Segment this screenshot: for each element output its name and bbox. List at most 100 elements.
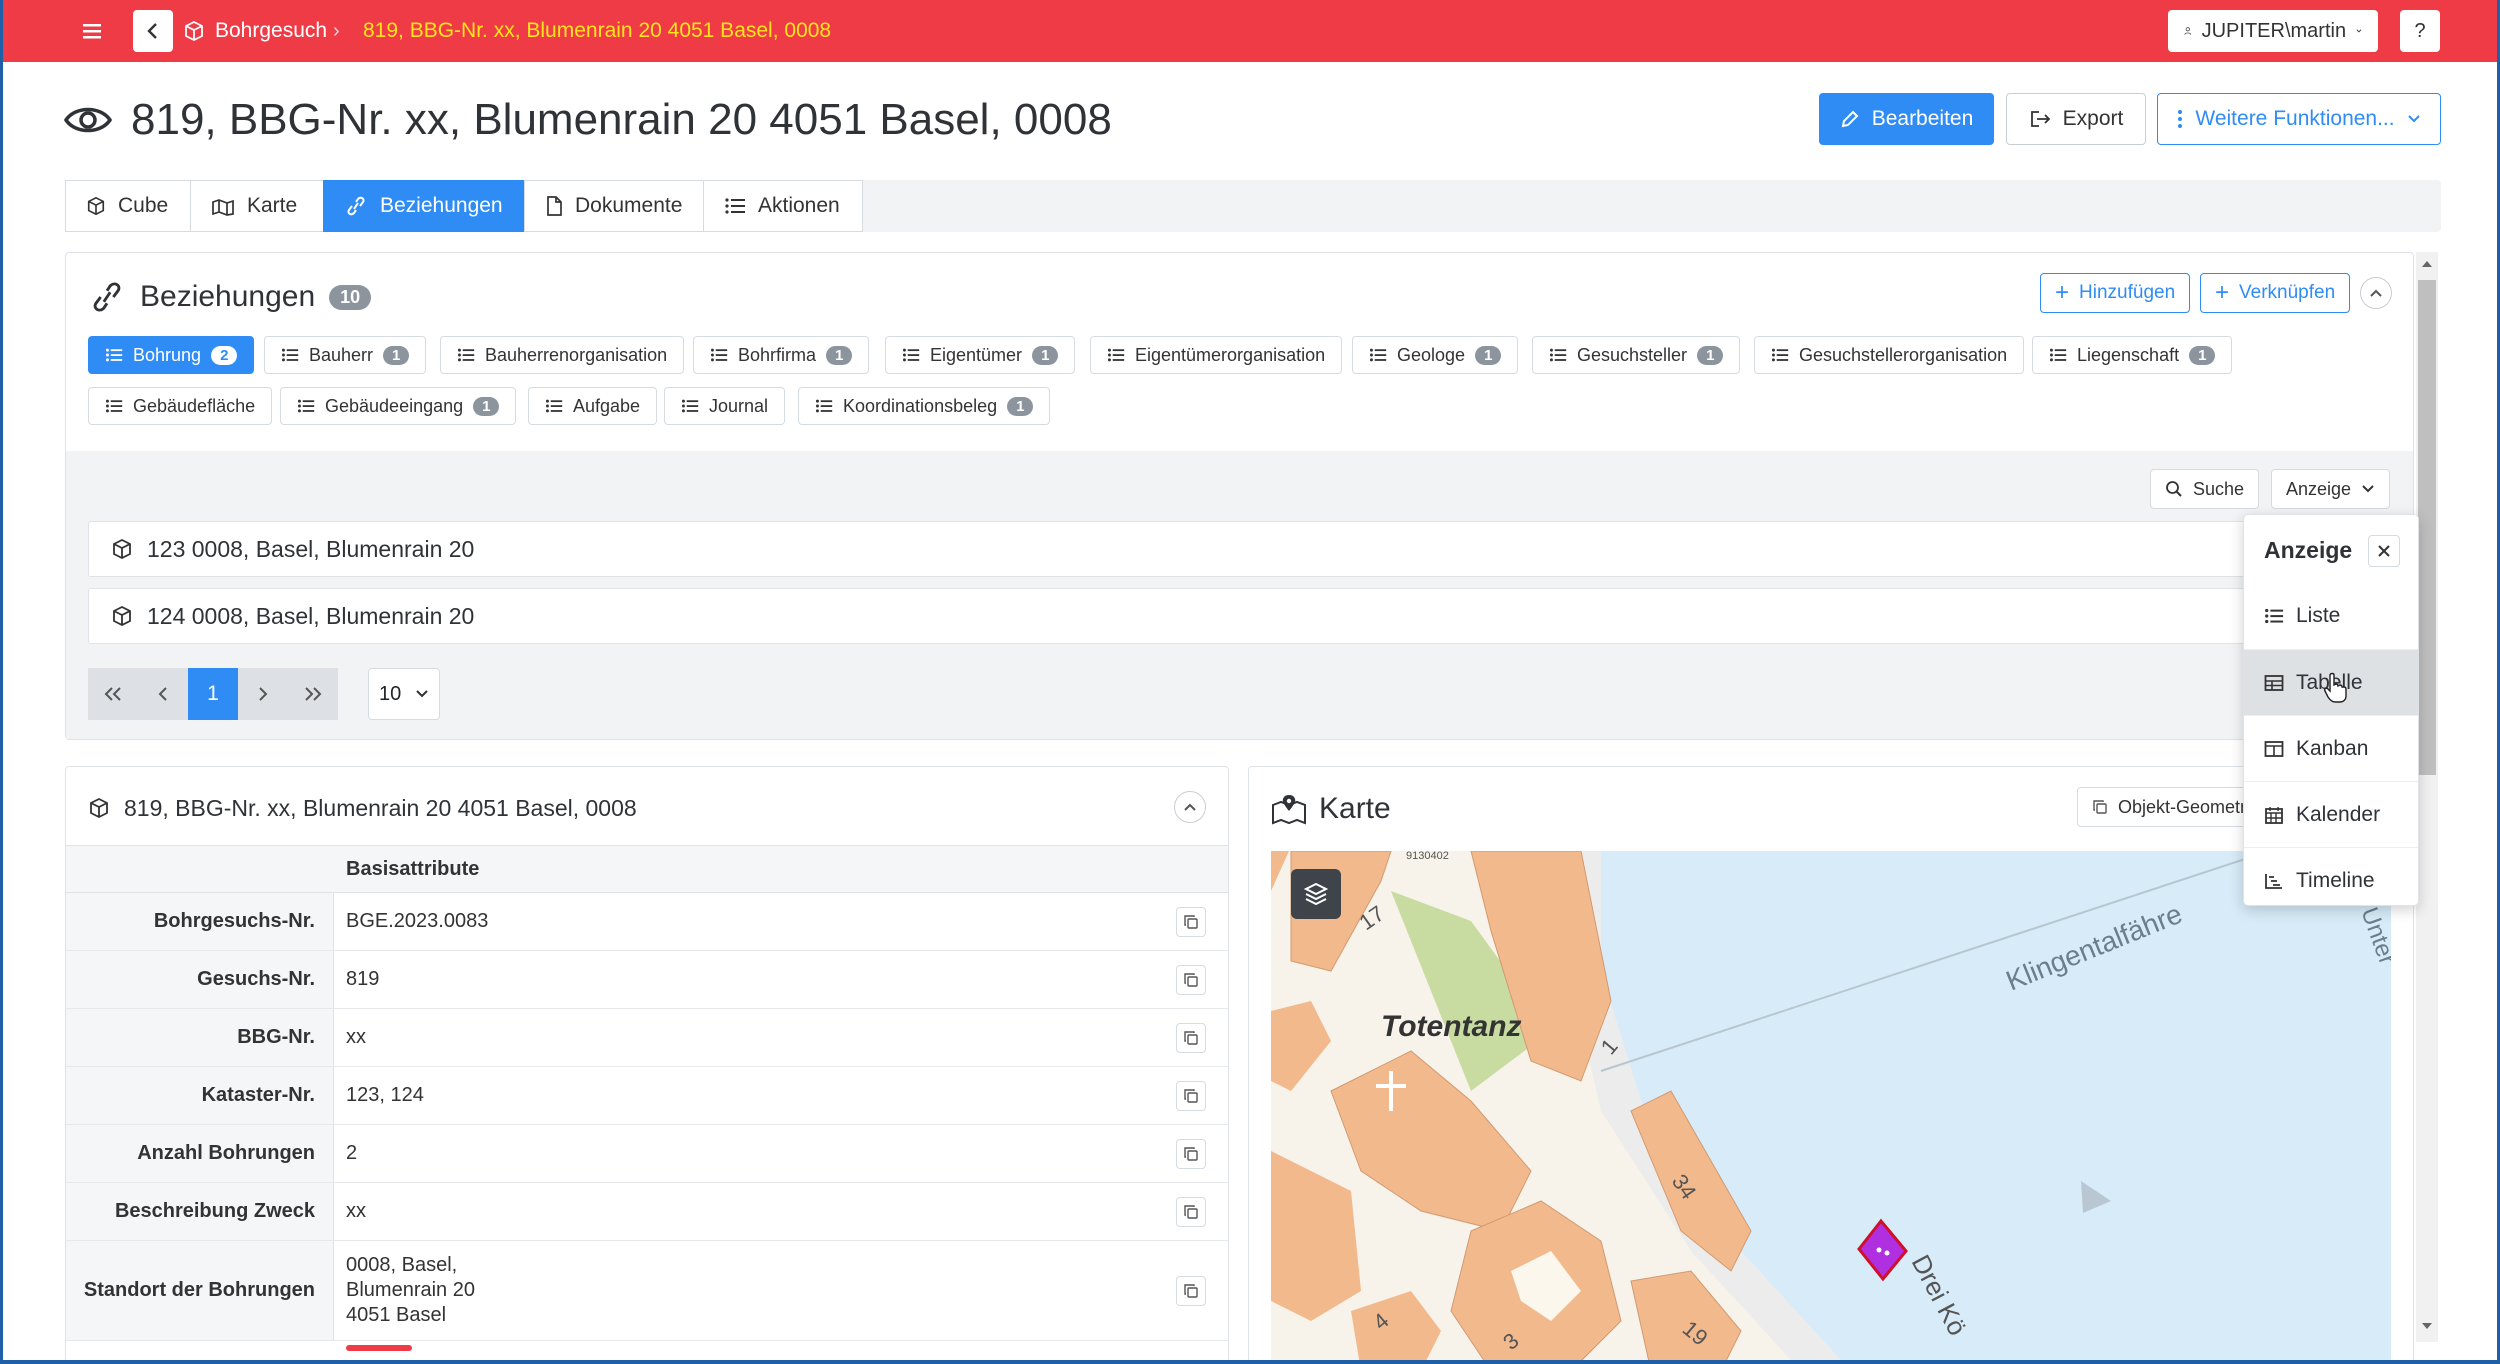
attributes-section-title: Basisattribute [346,858,480,880]
tab-karte-label: Karte [247,194,298,217]
export-icon [2030,111,2050,127]
page-button-current[interactable]: 1 [188,668,238,720]
search-button-label: Suche [2193,478,2245,499]
list-item[interactable]: 123 0008, Basel, Blumenrain 20 [88,521,2388,577]
back-button[interactable] [133,10,173,52]
list-icon [1549,348,1567,362]
map-title: Karte [1319,792,1391,825]
filter-chip-label: Bohrung [133,344,202,365]
filter-chip-label: Eigentümerorganisation [1135,344,1326,365]
attribute-row: Gesuchs-Nr. 819 [66,951,1228,1009]
export-button[interactable]: Export [2006,93,2146,145]
filter-chip-count: 1 [1475,345,1502,365]
chevron-up-icon [1184,803,1196,811]
list-icon [2265,608,2284,624]
link-relation-button[interactable]: + Verknüpfen [2200,273,2351,313]
first-page-button[interactable] [88,668,138,720]
user-menu-button[interactable]: JUPITER\martin [2168,10,2378,52]
filter-chip-eigentuemer[interactable]: Eigentümer 1 [885,336,1076,374]
kanban-icon [2264,740,2284,757]
last-page-button[interactable] [288,668,338,720]
filter-chip-bohrfirma[interactable]: Bohrfirma 1 [693,336,870,374]
menu-icon[interactable] [75,17,109,45]
filter-chip-gesuchstellerorganisation[interactable]: Gesuchstellerorganisation [1754,336,2025,374]
filter-chip-label: Bohrfirma [738,344,817,365]
more-functions-button[interactable]: Weitere Funktionen... [2157,93,2441,145]
copy-icon[interactable] [1176,1276,1206,1306]
filter-chip-gebaeudeeingang[interactable]: Gebäudeeingang 1 [280,387,517,425]
copy-icon[interactable] [1176,1081,1206,1111]
list-item[interactable]: 124 0008, Basel, Blumenrain 20 [88,588,2388,644]
breadcrumb-root-label: Bohrgesuch [215,19,328,42]
attribute-label: Beschreibung Zweck [66,1183,334,1240]
copy-icon[interactable] [1176,965,1206,995]
filter-chip-eigentuemerorganisation[interactable]: Eigentümerorganisation [1090,336,1343,374]
next-page-button[interactable] [238,668,288,720]
address-line: 0008, Basel, [346,1254,458,1276]
filter-chip-bauherrenorganisation[interactable]: Bauherrenorganisation [440,336,685,374]
filter-chip-gesuchsteller[interactable]: Gesuchsteller 1 [1532,336,1741,374]
list-icon [457,348,475,362]
tab-karte[interactable]: Karte [190,180,324,232]
copy-icon[interactable] [1176,1197,1206,1227]
list-icon [1771,348,1789,362]
view-option-label: Kanban [2296,736,2369,760]
layers-icon [1303,882,1329,906]
add-relation-button[interactable]: + Hinzufügen [2040,273,2191,313]
filter-chip-label: Eigentümer [930,344,1023,365]
breadcrumb-current: 819, BBG-Nr. xx, Blumenrain 20 4051 Base… [363,19,832,42]
chevron-down-icon [2356,29,2362,33]
search-button[interactable]: Suche [2150,469,2260,509]
layers-button[interactable] [1291,869,1341,919]
page-size-select[interactable]: 10 [368,668,440,720]
filter-chip-count: 2 [211,345,238,365]
filter-chip-koordinationsbeleg[interactable]: Koordinationsbeleg 1 [798,387,1051,425]
collapse-button[interactable] [2360,277,2392,309]
filter-chip-count: 1 [2189,345,2216,365]
previous-page-button[interactable] [138,668,188,720]
details-title: 819, BBG-Nr. xx, Blumenrain 20 4051 Base… [124,794,637,821]
copy-icon[interactable] [1176,1023,1206,1053]
view-option-kanban[interactable]: Kanban [2244,715,2418,781]
map-canvas[interactable]: Totentanz Klingentalfähre Drei Kö Unter … [1271,851,2391,1360]
plus-icon: + [2055,279,2070,306]
map-label-point: 9130402 [1406,851,1449,862]
filter-chip-journal[interactable]: Journal [664,387,786,425]
filter-chip-bohrung[interactable]: Bohrung 2 [88,336,255,374]
tab-aktionen[interactable]: Aktionen [703,180,863,232]
copy-icon[interactable] [1176,907,1206,937]
scrollbar-thumb[interactable] [2418,280,2436,775]
attribute-label: Gesuchs-Nr. [66,951,334,1008]
tab-cube[interactable]: Cube [65,180,191,232]
edit-button-label: Bearbeiten [1871,107,1974,130]
cube-icon [113,538,131,560]
list-icon [297,399,315,413]
filter-chip-label: Gebäudeeingang [325,395,464,416]
filter-chip-count: 1 [383,345,410,365]
page-title-text: 819, BBG-Nr. xx, Blumenrain 20 4051 Base… [131,95,1112,144]
list-icon [902,348,920,362]
view-option-kalender[interactable]: Kalender [2244,781,2418,847]
tab-beziehungen[interactable]: Beziehungen [323,180,525,232]
filter-chip-liegenschaft[interactable]: Liegenschaft 1 [2032,336,2233,374]
edit-button[interactable]: Bearbeiten [1819,93,1994,145]
breadcrumb-root[interactable]: Bohrgesuch [183,0,327,62]
filter-chip-bauherr[interactable]: Bauherr 1 [264,336,427,374]
filter-chip-label: Koordinationsbeleg [843,395,998,416]
view-option-liste[interactable]: Liste [2244,583,2418,649]
filter-chip-gebaeudeflaeche[interactable]: Gebäudefläche [88,387,273,425]
close-icon[interactable] [2368,535,2400,567]
copy-icon[interactable] [1176,1139,1206,1169]
filter-chip-geologe[interactable]: Geologe 1 [1352,336,1519,374]
view-option-timeline[interactable]: Timeline [2244,847,2418,913]
timeline-icon [2265,873,2282,889]
details-collapse-button[interactable] [1174,791,1206,823]
help-button[interactable]: ? [2400,10,2440,52]
view-toggle-button[interactable]: Anzeige [2271,469,2391,509]
view-dropdown-menu: Anzeige Liste Tabelle Kanban Kalender Ti… [2243,514,2419,906]
link-icon [347,196,365,216]
tab-dokumente[interactable]: Dokumente [524,180,704,232]
list-icon [105,399,123,413]
list-icon [2049,348,2067,362]
filter-chip-aufgabe[interactable]: Aufgabe [528,387,658,425]
